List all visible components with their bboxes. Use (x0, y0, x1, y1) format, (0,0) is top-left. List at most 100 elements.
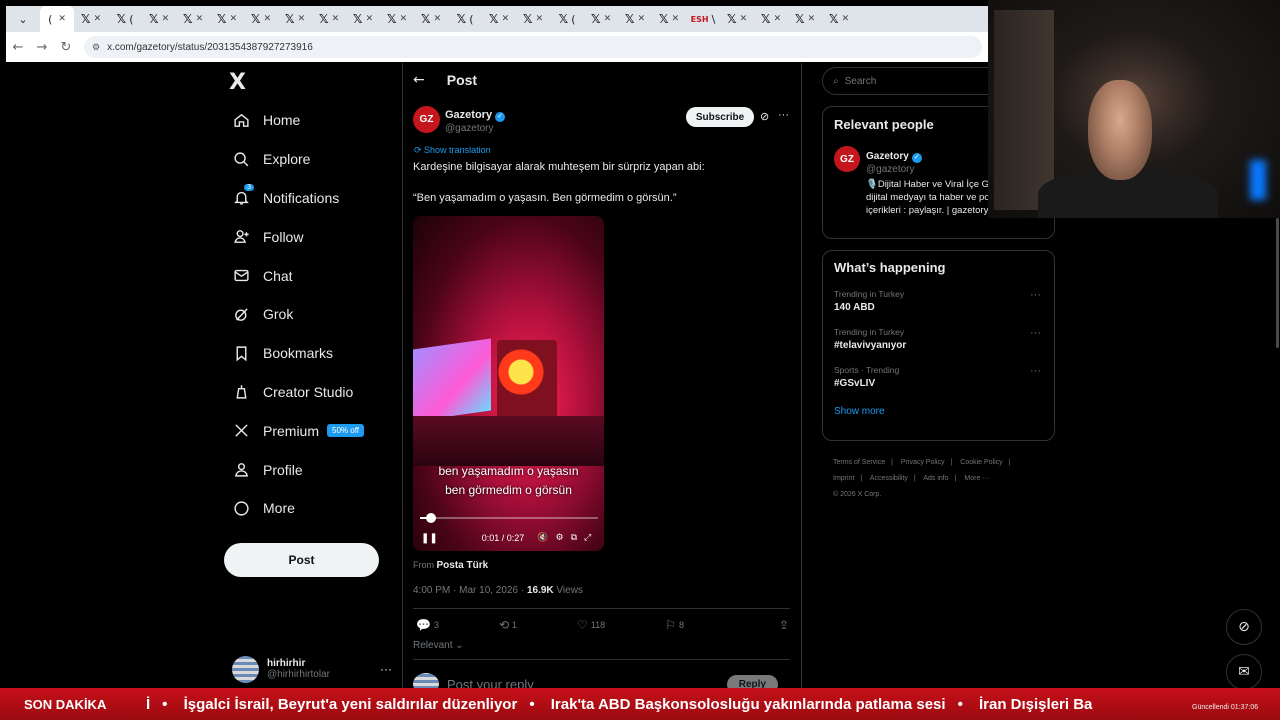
more-icon[interactable]: ··· (380, 662, 392, 676)
browser-tab[interactable]: 𝕏 ✕ (584, 6, 618, 32)
browser-tab[interactable]: 𝕏 ✕ (618, 6, 652, 32)
sidebar-item-notifications[interactable]: 3 Notifications (224, 179, 394, 218)
browser-tab[interactable]: 𝕏 ✕ (482, 6, 516, 32)
share-action[interactable]: ⇪ (779, 618, 792, 632)
sidebar-item-profile[interactable]: Profile (224, 450, 394, 489)
site-info-icon[interactable]: ⚙ (92, 42, 100, 53)
back-icon[interactable]: ← (6, 40, 30, 55)
show-more-link[interactable]: Show more (834, 406, 1043, 417)
fullscreen-icon[interactable]: ⤢ (584, 533, 591, 543)
grok-icon[interactable]: ⊘ (1226, 609, 1262, 645)
trend-item[interactable]: Sports · Trending #GSvLIV ··· (834, 365, 1043, 389)
footer-link[interactable]: More ··· (964, 475, 989, 482)
pip-icon[interactable]: ⧉ (571, 533, 577, 543)
browser-tab[interactable]: 𝕏 ✕ (244, 6, 278, 32)
browser-tab[interactable]: 𝕏( (448, 6, 482, 32)
browser-tab[interactable]: 𝕏 ✕ (788, 6, 822, 32)
browser-tab[interactable]: 𝕏 ✕ (278, 6, 312, 32)
reply-sort-dropdown[interactable]: Relevant ⌄ (413, 640, 464, 651)
reply-action[interactable]: 💬 3 (416, 618, 439, 632)
forward-icon[interactable]: → (30, 40, 54, 55)
video-caption: ben yaşamadım o yaşasın ben görmedim o g… (438, 464, 579, 497)
browser-tab[interactable]: 𝕏 ✕ (720, 6, 754, 32)
x-logo-icon[interactable]: X (229, 70, 253, 95)
sidebar-item-creator-studio[interactable]: Creator Studio (224, 373, 394, 412)
video-source: From Posta Türk (413, 560, 489, 571)
tab-list-button[interactable]: ⌄ (6, 6, 40, 32)
sidebar-item-chat[interactable]: Chat (224, 256, 394, 295)
follow-icon (232, 228, 250, 246)
sidebar-item-grok[interactable]: Grok (224, 295, 394, 334)
card-title: What’s happening (834, 260, 946, 275)
browser-tab[interactable]: 𝕏 ✕ (210, 6, 244, 32)
more-icon[interactable]: ··· (1030, 327, 1041, 339)
footer-link[interactable]: Privacy Policy (901, 459, 945, 466)
show-translation-link[interactable]: ⟳ Show translation (414, 145, 491, 156)
pause-icon[interactable]: ❚❚ (421, 533, 438, 544)
more-icon[interactable]: ··· (778, 109, 789, 121)
footer-link[interactable]: Imprint (833, 475, 854, 482)
source-link[interactable]: Posta Türk (437, 560, 489, 571)
browser-tab[interactable]: 𝕏 ✕ (312, 6, 346, 32)
trend-item[interactable]: Trending in Turkey #telavivyanıyor ··· (834, 327, 1043, 351)
browser-tab[interactable]: 𝕏 ✕ (176, 6, 210, 32)
reload-icon[interactable]: ↻ (54, 40, 78, 55)
sidebar-item-follow[interactable]: Follow (224, 217, 394, 256)
footer-link[interactable]: Ads info (923, 475, 948, 482)
sidebar-item-home[interactable]: Home (224, 101, 394, 140)
browser-tab[interactable]: 𝕏 ✕ (414, 6, 448, 32)
browser-tab[interactable]: 𝕏 ✕ (142, 6, 176, 32)
sidebar-item-premium[interactable]: Premium 50% off (224, 411, 394, 450)
page-title: Post (446, 72, 478, 88)
webcam-background (994, 10, 1054, 210)
person-name[interactable]: Gazetory (866, 151, 909, 162)
back-arrow-icon[interactable]: ← (413, 72, 425, 88)
browser-tab[interactable]: 𝕏( (550, 6, 584, 32)
grok-icon[interactable]: ⊘ (760, 110, 769, 123)
sidebar-item-bookmarks[interactable]: Bookmarks (224, 334, 394, 373)
sidebar-item-more[interactable]: More (224, 489, 394, 528)
verified-icon: ✓ (495, 112, 506, 122)
footer-link[interactable]: Cookie Policy (960, 459, 1002, 466)
like-action[interactable]: ♡ 118 (577, 618, 605, 632)
footer-link[interactable]: Accessibility (870, 475, 908, 482)
browser-tab[interactable]: 𝕏( (108, 6, 142, 32)
bookmark-action[interactable]: ⚐ 8 (665, 618, 684, 632)
video-progress-bar[interactable] (420, 517, 598, 519)
bookmark-icon: ⚐ (665, 618, 676, 632)
browser-tab[interactable]: ESH \ (686, 6, 720, 32)
browser-tab[interactable]: 𝕏 ✕ (74, 6, 108, 32)
mute-icon[interactable]: 🔇 (537, 533, 548, 543)
browser-tab-active[interactable]: (✕ (40, 6, 74, 32)
footer-link[interactable]: Terms of Service (833, 459, 885, 466)
video-scrubber-handle[interactable] (426, 513, 436, 523)
webcam-person-face (1088, 80, 1152, 180)
heart-icon: ♡ (577, 618, 588, 632)
browser-tab[interactable]: 𝕏 ✕ (516, 6, 550, 32)
post-meta: 4:00 PM · Mar 10, 2026 · 16.9K Views (413, 585, 583, 596)
browser-tab[interactable]: 𝕏 ✕ (380, 6, 414, 32)
subscribe-button[interactable]: Subscribe (686, 107, 754, 127)
author-avatar[interactable]: GZ (413, 106, 440, 133)
post-author[interactable]: GZ Gazetory ✓ @gazetory (413, 105, 506, 134)
video-player[interactable]: ben yaşamadım o yaşasın ben görmedim o g… (413, 216, 604, 551)
search-input[interactable]: ⌕ Search (822, 67, 1002, 95)
column-divider (402, 63, 403, 703)
browser-tab[interactable]: 𝕏 ✕ (652, 6, 686, 32)
url-field[interactable]: ⚙ x.com/gazetory/status/2031354387927273… (84, 36, 982, 58)
browser-tab[interactable]: 𝕏 ✕ (822, 6, 856, 32)
repost-action[interactable]: ⟲ 1 (499, 618, 517, 632)
mail-icon[interactable]: ✉ (1226, 654, 1262, 690)
browser-tab[interactable]: 𝕏 ✕ (346, 6, 380, 32)
browser-tab[interactable]: 𝕏 ✕ (754, 6, 788, 32)
post-button[interactable]: Post (224, 543, 379, 577)
account-switcher[interactable]: hirhirhir @hirhirhirtolar ··· (232, 654, 392, 684)
sidebar-item-explore[interactable]: Explore (224, 140, 394, 179)
notification-count-badge: 3 (244, 183, 254, 191)
settings-icon[interactable]: ⚙ (556, 533, 564, 543)
scrollbar[interactable] (1276, 218, 1279, 348)
author-name[interactable]: Gazetory (445, 109, 492, 121)
trend-item[interactable]: Trending in Turkey 140 ABD ··· (834, 289, 1043, 313)
more-icon[interactable]: ··· (1030, 289, 1041, 301)
more-icon[interactable]: ··· (1030, 365, 1041, 377)
